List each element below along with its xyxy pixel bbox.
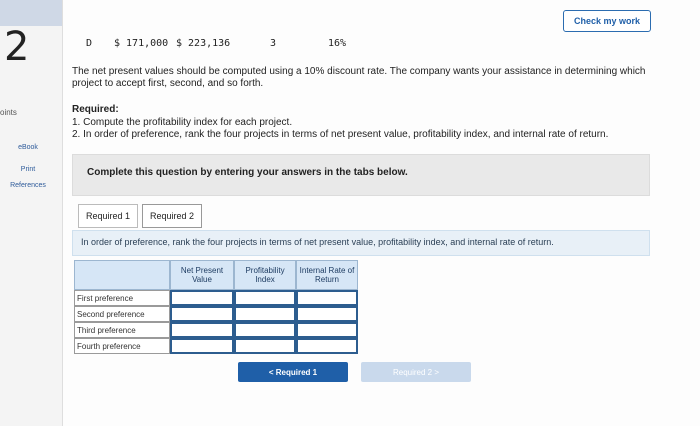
input-irr-first[interactable] xyxy=(296,290,358,306)
col-header-pi: Profitability Index xyxy=(234,260,296,290)
tab-required-2[interactable]: Required 2 xyxy=(142,204,202,228)
input-pi-second[interactable] xyxy=(234,306,296,322)
instruction-box: Complete this question by entering your … xyxy=(72,154,650,196)
prompt-text: In order of preference, rank the four pr… xyxy=(81,237,554,247)
prompt-bar: In order of preference, rank the four pr… xyxy=(72,230,650,256)
required-heading: Required: xyxy=(72,104,119,115)
grid-corner xyxy=(74,260,170,290)
points-label: oints xyxy=(0,108,17,117)
instruction-text: Complete this question by entering your … xyxy=(87,167,408,178)
col-header-irr: Internal Rate of Return xyxy=(296,260,358,290)
print-link[interactable]: Print xyxy=(0,166,56,173)
input-npv-second[interactable] xyxy=(170,306,234,322)
project-label: D xyxy=(86,38,93,49)
row-label-first: First preference xyxy=(74,290,170,306)
intro-text: The net present values should be compute… xyxy=(72,66,646,89)
question-number: 2 xyxy=(4,24,30,70)
check-my-work-button[interactable]: Check my work xyxy=(563,10,651,32)
header-decoration xyxy=(0,0,62,26)
input-irr-fourth[interactable] xyxy=(296,338,358,354)
references-link[interactable]: References xyxy=(0,182,56,189)
required-item-2: 2. In order of preference, rank the four… xyxy=(72,129,609,140)
row-label-third: Third preference xyxy=(74,322,170,338)
input-pi-third[interactable] xyxy=(234,322,296,338)
row-label-second: Second preference xyxy=(74,306,170,322)
input-npv-fourth[interactable] xyxy=(170,338,234,354)
next-required-button[interactable]: Required 2 > xyxy=(361,362,471,382)
prev-required-button[interactable]: < Required 1 xyxy=(238,362,348,382)
irr-value: 16% xyxy=(328,38,347,49)
input-npv-third[interactable] xyxy=(170,322,234,338)
input-pi-fourth[interactable] xyxy=(234,338,296,354)
input-irr-third[interactable] xyxy=(296,322,358,338)
investment-value: $ 171,000 xyxy=(114,38,169,49)
ebook-link[interactable]: eBook xyxy=(0,144,56,151)
input-irr-second[interactable] xyxy=(296,306,358,322)
input-pi-first[interactable] xyxy=(234,290,296,306)
col-header-npv: Net Present Value xyxy=(170,260,234,290)
row-label-fourth: Fourth preference xyxy=(74,338,170,354)
tab-required-1[interactable]: Required 1 xyxy=(78,204,138,228)
required-item-1: 1. Compute the profitability index for e… xyxy=(72,117,293,128)
life-value: 3 xyxy=(270,38,277,49)
present-value: $ 223,136 xyxy=(176,38,231,49)
input-npv-first[interactable] xyxy=(170,290,234,306)
